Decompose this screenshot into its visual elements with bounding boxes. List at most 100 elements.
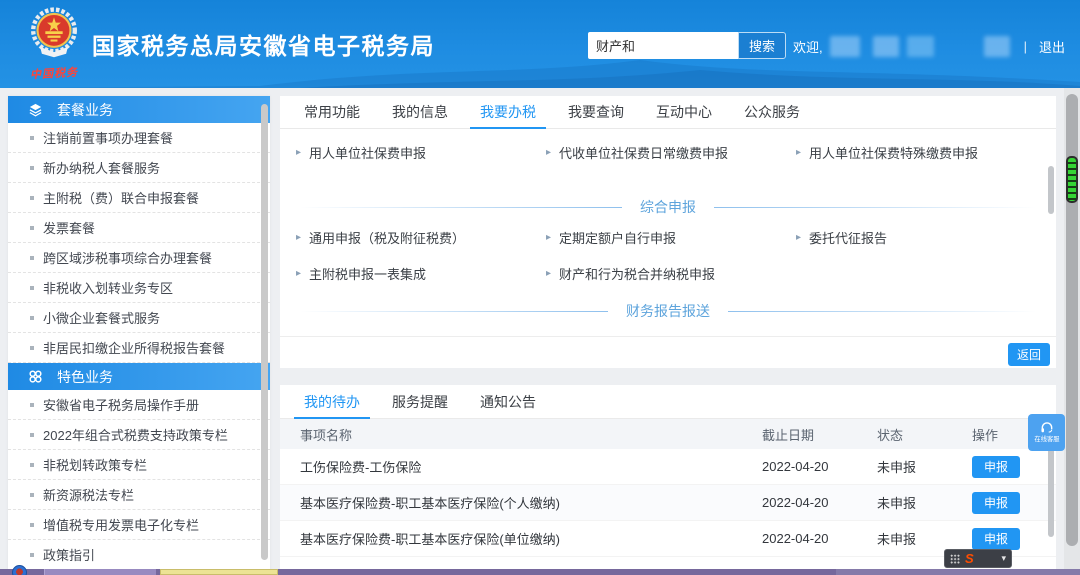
table-row: 基本医疗保险费-职工基本医疗保险(个人缴纳) 2022-04-20 未申报 申报 [280,485,1056,521]
link-property-behavior-tax[interactable]: ▸财产和行为税合并纳税申报 [546,264,796,283]
taskbar-window-button[interactable] [44,569,156,575]
sidebar-item[interactable]: 2022年组合式税费支持政策专栏 [8,420,270,450]
tab-my-info[interactable]: 我的信息 [388,96,452,128]
tab-announcements[interactable]: 通知公告 [476,385,540,418]
redacted-username [873,36,899,57]
sidebar-item[interactable]: 非税划转政策专栏 [8,450,270,480]
sidebar-item[interactable]: 主附税（费）联合申报套餐 [8,183,270,213]
link-arrow-icon: ▸ [546,232,551,243]
redacted-username [984,36,1010,57]
panel-scrollbar-thumb[interactable] [1048,166,1054,214]
todo-deadline: 2022-04-20 [736,459,851,474]
bullet-icon [30,226,34,230]
link-label: 用人单位社保费特殊缴费申报 [809,143,978,162]
taskbar-window-button-active[interactable] [160,569,278,575]
bullet-icon [30,136,34,140]
link-entrusted-collection[interactable]: ▸委托代征报告 [796,228,1046,247]
tab-interaction-center[interactable]: 互动中心 [652,96,716,128]
sidebar-item-label: 注销前置事项办理套餐 [43,128,173,147]
sidebar-item[interactable]: 政策指引 [8,540,270,570]
link-label: 代收单位社保费日常缴费申报 [559,143,728,162]
link-social-insurance-declare[interactable]: ▸用人单位社保费申报 [296,143,546,162]
tab-common-functions[interactable]: 常用功能 [300,96,364,128]
link-fixed-quota-declare[interactable]: ▸ 定期定额户自行申报 [546,228,796,247]
back-button[interactable]: 返回 [1008,343,1050,366]
os-taskbar [0,569,1080,575]
sidebar-item[interactable]: 新资源税法专栏 [8,480,270,510]
user-area: 欢迎, | 退出 [793,34,1065,58]
section-divider-comprehensive: 综合申报 [300,196,1036,218]
sidebar-item-label: 非税收入划转业务专区 [43,278,173,297]
taskbar-app-icon[interactable] [12,565,27,575]
sidebar-item[interactable]: 小微企业套餐式服务 [8,303,270,333]
todo-deadline: 2022-04-20 [736,531,851,546]
sidebar-item[interactable]: 增值税专用发票电子化专栏 [8,510,270,540]
divider-line [300,311,608,312]
sidebar-item[interactable]: 安徽省电子税务局操作手册 [8,390,270,420]
col-deadline: 截止日期 [736,425,851,444]
input-method-toolbar[interactable]: S ▾ [944,549,1012,568]
sidebar-item-label: 安徽省电子税务局操作手册 [43,395,199,414]
dropdown-arrow-icon[interactable]: ▾ [1001,553,1006,564]
green-indicator-widget [1066,156,1078,203]
sidebar-item-label: 小微企业套餐式服务 [43,308,160,327]
bullet-icon [30,196,34,200]
sidebar-item-label: 政策指引 [43,545,95,564]
sidebar-item[interactable]: 新办纳税人套餐服务 [8,153,270,183]
sidebar-item[interactable]: 非税收入划转业务专区 [8,273,270,303]
link-main-additional-tax[interactable]: ▸主附税申报一表集成 [296,264,546,283]
four-circles-icon [28,369,43,384]
link-arrow-icon: ▸ [796,232,801,243]
header-search: 搜索 [588,32,786,59]
bullet-icon [30,346,34,350]
todo-item-name: 基本医疗保险费-职工基本医疗保险(单位缴纳) [300,529,736,548]
sidebar-item[interactable]: 非居民扣缴企业所得税报告套餐 [8,333,270,363]
main-panel: 常用功能 我的信息 我要办税 我要查询 互动中心 公众服务 ▸用人单位社保费申报… [280,96,1056,368]
tab-my-todo[interactable]: 我的待办 [300,385,364,418]
divider-line [714,207,1036,208]
link-special-social-insurance[interactable]: ▸用人单位社保费特殊缴费申报 [796,143,1046,162]
taskbar-window-button[interactable] [836,569,1080,575]
link-arrow-icon: ▸ [546,147,551,158]
link-label: 定期定额户自行申报 [559,228,676,247]
sidebar-section-packages[interactable]: 套餐业务 [8,96,270,123]
sidebar-item[interactable]: 发票套餐 [8,213,270,243]
declare-button[interactable]: 申报 [972,456,1020,478]
search-button[interactable]: 搜索 [738,32,786,59]
bullet-icon [30,493,34,497]
online-service-label: 在线客服 [1034,435,1059,444]
tab-public-service[interactable]: 公众服务 [740,96,804,128]
bullet-icon [30,433,34,437]
logout-link[interactable]: 退出 [1039,37,1065,56]
link-label: 通用申报（税及附征税费） [309,228,465,247]
declare-button[interactable]: 申报 [972,492,1020,514]
sidebar-item-label: 跨区域涉税事项综合办理套餐 [43,248,212,267]
todo-panel: 我的待办 服务提醒 通知公告 事项名称 截止日期 状态 操作 工伤保险费-工伤保… [280,385,1056,575]
search-input[interactable] [588,32,738,59]
tax-emblem-icon [28,7,80,59]
redacted-username [907,36,934,57]
bullet-icon [30,286,34,290]
link-label: 用人单位社保费申报 [309,143,426,162]
table-row: 基本医疗保险费-职工基本医疗保险(单位缴纳) 2022-04-20 未申报 申报 [280,521,1056,557]
sidebar-scrollbar[interactable] [261,104,268,560]
sidebar-section-featured[interactable]: 特色业务 [8,363,270,390]
declare-button[interactable]: 申报 [972,528,1020,550]
tab-service-reminder[interactable]: 服务提醒 [388,385,452,418]
sidebar-item-label: 新资源税法专栏 [43,485,134,504]
link-arrow-icon: ▸ [296,268,301,279]
bullet-icon [30,463,34,467]
online-service-button[interactable]: 在线客服 [1028,414,1065,451]
sidebar-item-label: 增值税专用发票电子化专栏 [43,515,199,534]
todo-tabbar: 我的待办 服务提醒 通知公告 [280,385,1056,419]
headset-icon [1040,421,1054,433]
link-collect-social-insurance[interactable]: ▸ 代收单位社保费日常缴费申报 [546,143,796,162]
tab-tax-handling[interactable]: 我要办税 [476,96,540,128]
sidebar-item[interactable]: 注销前置事项办理套餐 [8,123,270,153]
link-general-declare[interactable]: ▸通用申报（税及附征税费） [296,228,546,247]
bullet-icon [30,256,34,260]
bullet-icon [30,553,34,557]
sidebar-item[interactable]: 跨区域涉税事项综合办理套餐 [8,243,270,273]
tab-inquiry[interactable]: 我要查询 [564,96,628,128]
bullet-icon [30,316,34,320]
